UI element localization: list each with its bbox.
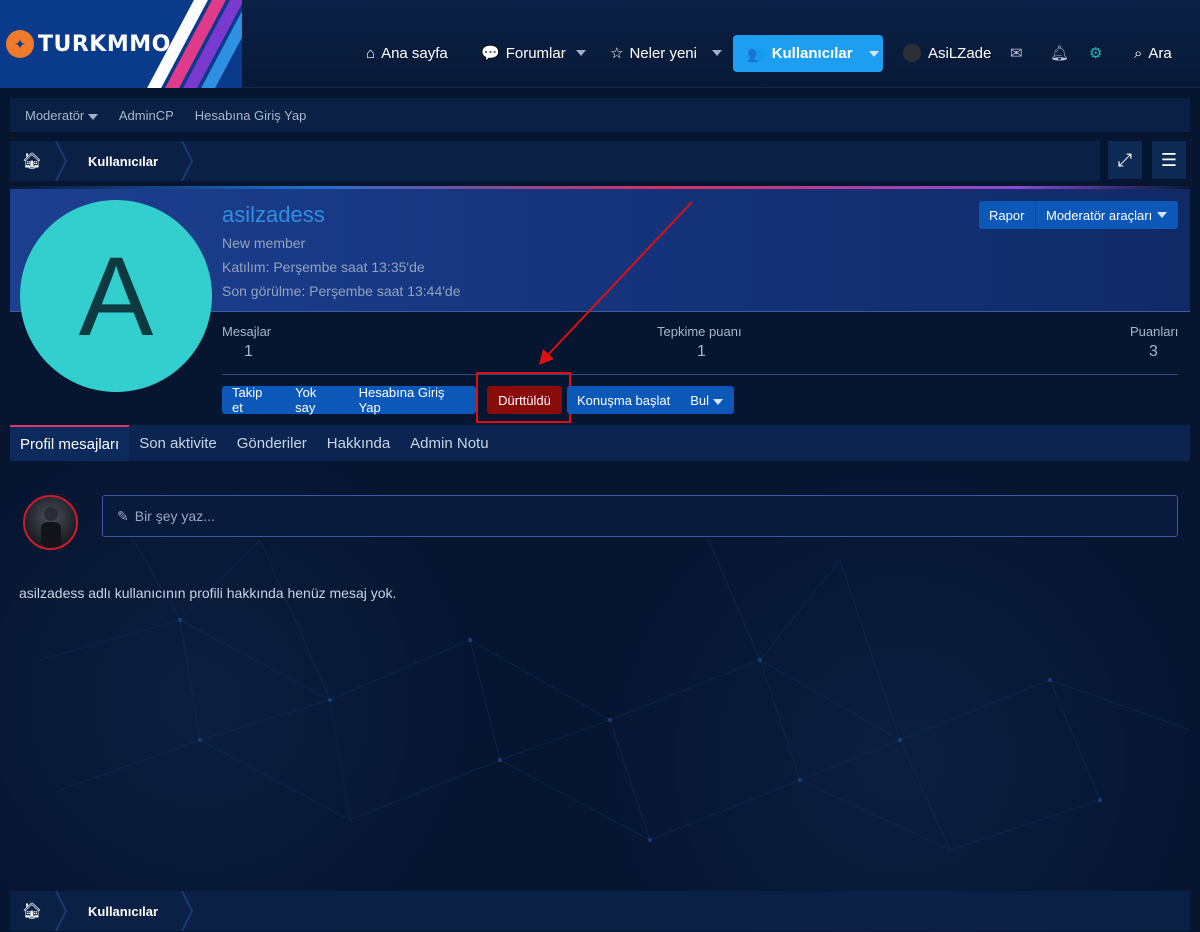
nav-home-label: Ana sayfa [381,44,448,62]
subnav-admincp[interactable]: AdminCP [119,108,174,123]
tab-admin-note[interactable]: Admin Notu [400,425,498,461]
find-button[interactable]: Bul [680,393,732,408]
subnav-moderator[interactable]: Moderatör [25,108,98,123]
stat-reaction-label: Tepkime puanı [657,324,742,339]
chat-icon: 💬 [481,45,500,62]
logo-text: TURKMMO [38,32,171,57]
avatar-letter: A [78,233,154,359]
fullscreen-button[interactable]: ⤢ [1108,141,1142,179]
breadcrumb-members[interactable]: Kullanıcılar [68,891,180,931]
chevron-down-icon [712,398,723,405]
stat-messages-label: Mesajlar [222,324,272,339]
chevron-down-icon [868,50,879,57]
search-button[interactable]: ⌕ Ara [1134,35,1172,71]
nav-whats-new[interactable]: ☆ Neler yeni [610,35,697,71]
account-menu[interactable]: AsiLZade [903,35,991,71]
search-label: Ara [1148,44,1172,62]
chevron-down-icon [87,113,98,120]
profile-avatar[interactable]: A [20,200,212,392]
breadcrumb-home[interactable]: 🏠︎ [10,891,54,931]
account-username: AsiLZade [928,44,992,62]
logo-icon: ✦ [6,30,34,58]
breadcrumb-members[interactable]: Kullanıcılar [68,141,180,181]
subnav-login-as[interactable]: Hesabına Giriş Yap [195,108,307,123]
profile-username[interactable]: asilzadess [222,202,325,228]
highlight-box [476,372,571,423]
tab-postings[interactable]: Gönderiler [227,425,317,461]
profile-last-seen: Son görülme: Perşembe saat 13:44'de [222,283,461,299]
tab-about[interactable]: Hakkında [317,425,400,461]
login-as-button[interactable]: Hesabına Giriş Yap [349,385,476,415]
bell-icon: 🔔︎ [1050,45,1070,62]
stat-points-value[interactable]: 3 [1149,343,1158,361]
sliders-icon: ☰ [1160,149,1178,170]
breadcrumb-separator [55,141,68,181]
breadcrumb-separator [55,891,68,931]
nav-members[interactable]: 👥 Kullanıcılar [733,35,883,72]
breadcrumb-bottom: 🏠︎ Kullanıcılar [10,891,1190,931]
nav-whats-new-label: Neler yeni [629,44,697,62]
stat-messages-value[interactable]: 1 [244,343,253,361]
moderator-tools-button[interactable]: Moderatör araçları [1035,201,1178,229]
profile-user-title: New member [222,235,306,251]
logo[interactable]: ✦ TURKMMO [0,0,242,88]
current-user-avatar[interactable] [23,495,78,550]
breadcrumb: 🏠︎ Kullanıcılar [10,141,1100,181]
nav-home[interactable]: ⌂ Ana sayfa [366,35,448,71]
follow-button[interactable]: Takip et [222,385,285,415]
star-icon: ☆ [610,45,624,62]
breadcrumb-home[interactable]: 🏠︎ [10,141,54,181]
start-conversation-button[interactable]: Konuşma başlat [567,393,680,408]
tab-latest-activity[interactable]: Son aktivite [129,425,227,461]
expand-icon: ⤢ [1117,149,1133,170]
stat-points-label: Puanları [1130,324,1179,339]
home-icon: 🏠︎ [21,153,43,170]
divider [222,374,1178,375]
nav-whats-new-dropdown[interactable] [712,35,722,71]
sub-navigation: Moderatör AdminCP Hesabına Giriş Yap [10,98,1190,132]
gear-icon: ⚙ [1089,45,1103,62]
ignore-button[interactable]: Yok say [285,385,348,415]
conversation-action-group: Konuşma başlat Bul [567,386,734,414]
person-silhouette-icon [40,506,61,548]
inbox-button[interactable]: ✉ [1010,35,1023,71]
envelope-icon: ✉ [1010,45,1023,62]
breadcrumb-separator [181,141,194,181]
alerts-button[interactable]: 🔔︎ [1050,35,1069,71]
report-button[interactable]: Rapor [979,201,1035,229]
profile-post-input[interactable]: ✎ Bir şey yaz... [102,495,1178,537]
home-icon: ⌂ [366,44,376,62]
profile-action-group: Takip et Yok say Hesabına Giriş Yap [222,385,476,415]
home-icon: 🏠︎ [21,903,43,920]
nav-forums[interactable]: 💬 Forumlar [481,35,566,71]
tab-profile-posts[interactable]: Profil mesajları [10,425,130,461]
stat-reaction-value[interactable]: 1 [697,343,706,361]
find-label: Bul [690,392,710,408]
chevron-down-icon [712,50,722,56]
empty-profile-message: asilzadess adlı kullanıcının profili hak… [19,585,397,601]
search-icon: ⌕ [1134,44,1143,62]
admin-settings-button[interactable]: ⚙ [1089,35,1102,71]
nav-forums-label: Forumlar [505,44,566,62]
profile-tabs: Profil mesajları Son aktivite Gönderiler… [10,425,1190,461]
nav-members-label: Kullanıcılar [771,45,853,62]
chevron-down-icon [576,50,586,56]
users-icon: 👥 [747,45,766,63]
pencil-icon: ✎ [117,507,129,524]
user-avatar-small [903,44,921,62]
breadcrumb-separator [181,891,194,931]
moderator-tools-label: Moderatör araçları [1046,207,1153,223]
profile-joined: Katılım: Perşembe saat 13:35'de [222,259,425,275]
chevron-down-icon [1157,212,1168,218]
style-settings-button[interactable]: ☰ [1152,141,1186,179]
profile-post-placeholder: Bir şey yaz... [134,508,215,524]
nav-forums-dropdown[interactable] [576,35,586,71]
network-pattern [39,499,1191,851]
